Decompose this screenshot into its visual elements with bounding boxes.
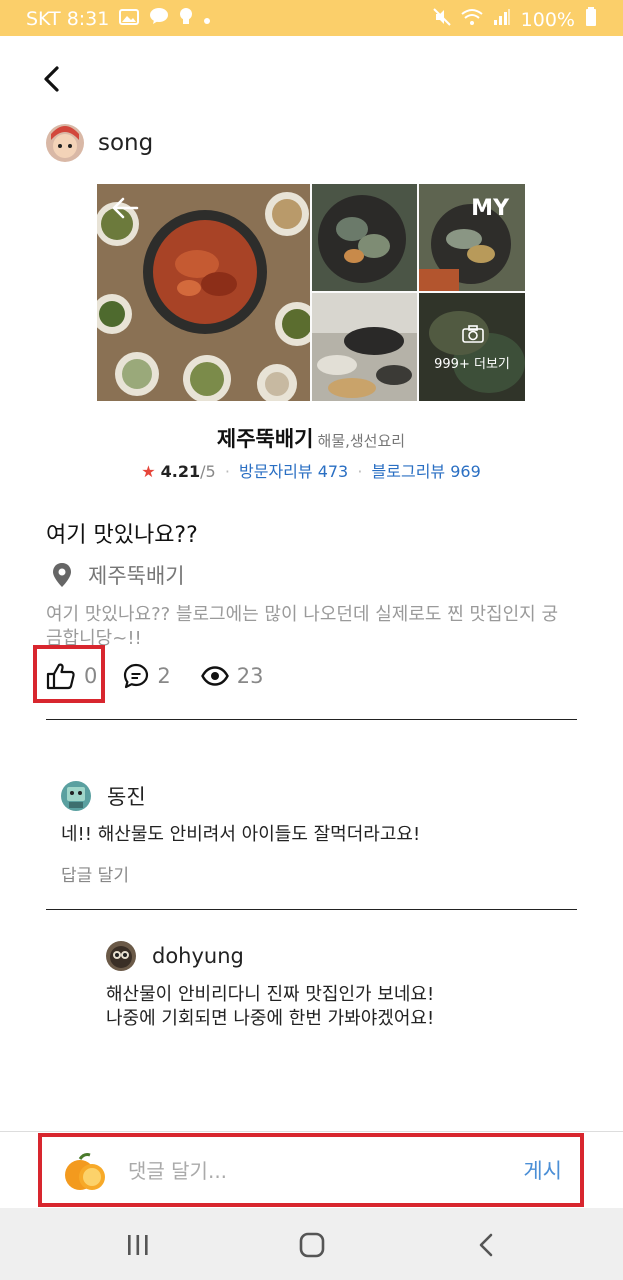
- commenter-avatar[interactable]: [61, 781, 91, 811]
- post-body: 여기 맛있나요?? 블로그에는 많이 나오던데 실제로도 찐 맛집인지 궁금합니…: [46, 604, 558, 649]
- home-icon: [299, 1232, 325, 1258]
- author-name[interactable]: song: [98, 130, 153, 156]
- status-bar: SKT 8:31 100%: [0, 0, 623, 36]
- author-avatar[interactable]: [46, 124, 84, 162]
- recent-apps-button[interactable]: [118, 1228, 158, 1262]
- signal-icon: [493, 8, 511, 31]
- separator-dot: ·: [357, 462, 363, 481]
- comment-input-bar: 게시: [38, 1133, 584, 1207]
- place-card[interactable]: MY 999+ 더보기 제주뚝배기 해물,생선요리 ★ 4.21/5 · 방문자…: [97, 184, 525, 488]
- camera-icon: [462, 325, 484, 347]
- system-nav-bar: [0, 1208, 623, 1280]
- divider: [46, 909, 577, 910]
- commenter-name[interactable]: dohyung: [152, 944, 244, 968]
- nav-back-button[interactable]: [466, 1228, 506, 1262]
- back-button[interactable]: [36, 62, 66, 96]
- eye-icon: [200, 666, 229, 686]
- dot-icon: [203, 8, 211, 30]
- post-title: 여기 맛있나요??: [46, 523, 198, 548]
- battery-icon: [585, 7, 597, 32]
- comment-input[interactable]: [128, 1153, 488, 1189]
- divider: [46, 719, 577, 720]
- place-info[interactable]: 제주뚝배기 해물,생선요리 ★ 4.21/5 · 방문자리뷰 473 · 블로그리…: [97, 401, 525, 488]
- map-pin-icon: [53, 563, 71, 587]
- commenter-name[interactable]: 동진: [107, 781, 146, 811]
- post-location[interactable]: 제주뚝배기: [52, 560, 185, 590]
- comment-text: 해산물이 안비리다니 진짜 맛집인가 보네요! 나중에 기회되면 나중에 한번 …: [106, 983, 434, 1031]
- place-photo-main[interactable]: [97, 184, 310, 401]
- photo-more-label[interactable]: 999+ 더보기: [419, 353, 525, 372]
- place-photos[interactable]: MY 999+ 더보기: [97, 184, 525, 401]
- recent-apps-icon: [128, 1235, 148, 1255]
- rating-value: 4.21: [160, 462, 201, 481]
- comment-count: 2: [157, 664, 171, 688]
- comment-item: 동진 네!! 해산물도 안비려서 아이들도 잘먹더라고요! 답글 달기: [61, 781, 420, 886]
- photo-back-icon: [111, 196, 139, 224]
- separator-dot: ·: [224, 462, 230, 481]
- rating-star-icon: ★: [141, 462, 156, 481]
- blog-reviews-link[interactable]: 블로그리뷰 969: [372, 462, 481, 481]
- reply-item: dohyung 해산물이 안비리다니 진짜 맛집인가 보네요! 나중에 기회되면…: [106, 941, 434, 1031]
- my-avatar: [62, 1149, 108, 1195]
- reply-link[interactable]: 답글 달기: [61, 861, 420, 886]
- place-name[interactable]: 제주뚝배기: [217, 427, 314, 451]
- visitor-reviews-link[interactable]: 방문자리뷰 473: [239, 462, 348, 481]
- place-photo-4[interactable]: [312, 293, 417, 401]
- place-photo-3[interactable]: MY: [419, 184, 525, 291]
- post-comment-button[interactable]: 게시: [523, 1155, 562, 1185]
- chat-icon: [149, 7, 169, 30]
- photo-my-label[interactable]: MY: [471, 196, 509, 221]
- battery-percent: 100%: [520, 8, 575, 31]
- nav-back-icon: [479, 1233, 493, 1257]
- speech-bubble-icon: [124, 663, 149, 689]
- location-name[interactable]: 제주뚝배기: [88, 560, 185, 590]
- commenter-avatar[interactable]: [106, 941, 136, 971]
- bulb-icon: [179, 7, 193, 30]
- mute-icon: [432, 8, 451, 31]
- views-indicator: 23: [200, 664, 264, 688]
- place-photo-more[interactable]: 999+ 더보기: [419, 293, 525, 401]
- home-button[interactable]: [292, 1228, 332, 1262]
- post-author[interactable]: song: [46, 124, 153, 162]
- rating-max: /5: [200, 462, 216, 481]
- back-arrow-icon: [44, 66, 59, 92]
- wifi-icon: [461, 8, 483, 31]
- comment-count-button[interactable]: 2: [123, 663, 171, 689]
- input-divider: [0, 1131, 623, 1132]
- comment-text: 네!! 해산물도 안비려서 아이들도 잘먹더라고요!: [61, 824, 421, 845]
- gallery-icon: [119, 8, 140, 30]
- view-count: 23: [236, 664, 264, 688]
- comment-text-line: 나중에 기회되면 나중에 한번 가봐야겠어요!: [106, 1008, 435, 1029]
- comment-text-line: 해산물이 안비리다니 진짜 맛집인가 보네요!: [106, 984, 435, 1005]
- carrier-time: SKT 8:31: [26, 7, 110, 30]
- place-photo-2[interactable]: [312, 184, 417, 291]
- place-category: 해물,생선요리: [317, 432, 406, 450]
- like-highlight-box: [33, 645, 105, 703]
